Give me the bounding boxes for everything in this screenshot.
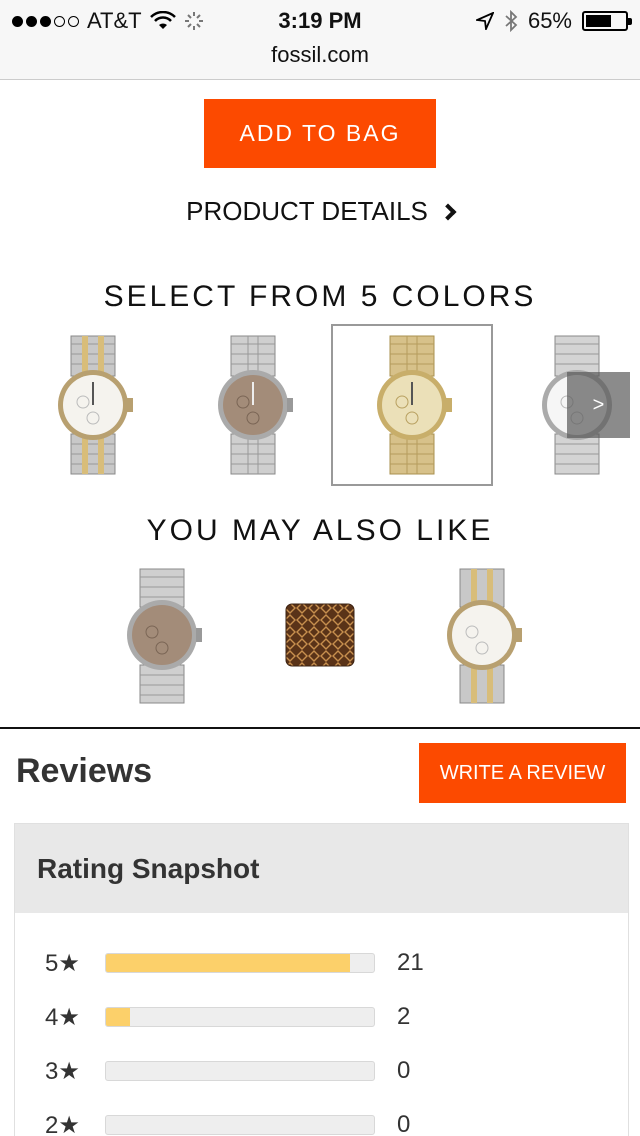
wallet-image (285, 603, 355, 667)
url-bar[interactable]: fossil.com (0, 40, 640, 80)
rating-row[interactable]: 5★ 21 (45, 948, 437, 978)
watch-image (127, 568, 202, 703)
rating-star-label: 2★ (45, 1111, 80, 1136)
rating-star-label: 3★ (45, 1057, 80, 1085)
product-details-label: PRODUCT DETAILS (186, 196, 428, 226)
color-swatch-gold[interactable] (331, 324, 493, 486)
watch-image (377, 335, 452, 475)
watch-image (218, 335, 293, 475)
location-icon (475, 12, 494, 30)
colors-section-title: SELECT FROM 5 COLORS (103, 280, 537, 313)
url-text: fossil.com (271, 42, 369, 67)
rating-star-label: 5★ (45, 949, 80, 977)
chevron-right-icon (439, 203, 457, 220)
carousel-next-button[interactable]: > (567, 372, 630, 438)
rating-row[interactable]: 2★ 0 (45, 1110, 437, 1136)
recommended-watch-silver-taupe[interactable] (102, 560, 222, 710)
status-bar: AT&T 3:19 PM 65% (0, 0, 640, 40)
section-divider (0, 727, 640, 729)
add-to-bag-button[interactable]: ADD TO BAG (204, 99, 436, 168)
write-review-button[interactable]: WRITE A REVIEW (419, 743, 626, 803)
rating-bar-fill (106, 1008, 131, 1026)
rating-row[interactable]: 3★ 0 (45, 1056, 437, 1086)
product-details-link[interactable]: PRODUCT DETAILS (0, 196, 640, 227)
battery-level (586, 15, 611, 27)
also-like-section-title: YOU MAY ALSO LIKE (146, 514, 494, 547)
rating-bar-fill (106, 954, 350, 972)
rating-bar-track (105, 1007, 375, 1027)
watch-image (58, 335, 133, 475)
recommended-wallet[interactable] (260, 560, 380, 710)
rating-count: 0 (397, 1057, 411, 1084)
rating-snapshot-title: Rating Snapshot (15, 824, 628, 913)
bluetooth-icon (505, 10, 518, 32)
battery-percent: 65% (527, 8, 572, 33)
color-swatch-silver-taupe[interactable] (172, 324, 334, 486)
rating-count: 0 (397, 1111, 411, 1136)
rating-star-label: 4★ (45, 1003, 80, 1031)
reviews-heading: Reviews (16, 752, 153, 790)
color-swatch-carousel (0, 324, 640, 486)
also-like-carousel (0, 560, 640, 710)
status-right: 65% (475, 8, 632, 34)
rating-bar-track (105, 1115, 375, 1135)
rating-row[interactable]: 4★ 2 (45, 1002, 437, 1032)
color-swatch-two-tone[interactable] (12, 324, 174, 486)
battery-icon (582, 11, 632, 31)
rating-bar-track (105, 1061, 375, 1081)
rating-count: 21 (397, 949, 424, 976)
rating-snapshot-panel: Rating Snapshot 5★ 21 4★ 2 3★ 0 2★ 0 (14, 823, 629, 1136)
watch-image (447, 568, 522, 703)
rating-bar-track (105, 953, 375, 973)
rating-count: 2 (397, 1003, 411, 1030)
recommended-watch-two-tone[interactable] (422, 560, 542, 710)
